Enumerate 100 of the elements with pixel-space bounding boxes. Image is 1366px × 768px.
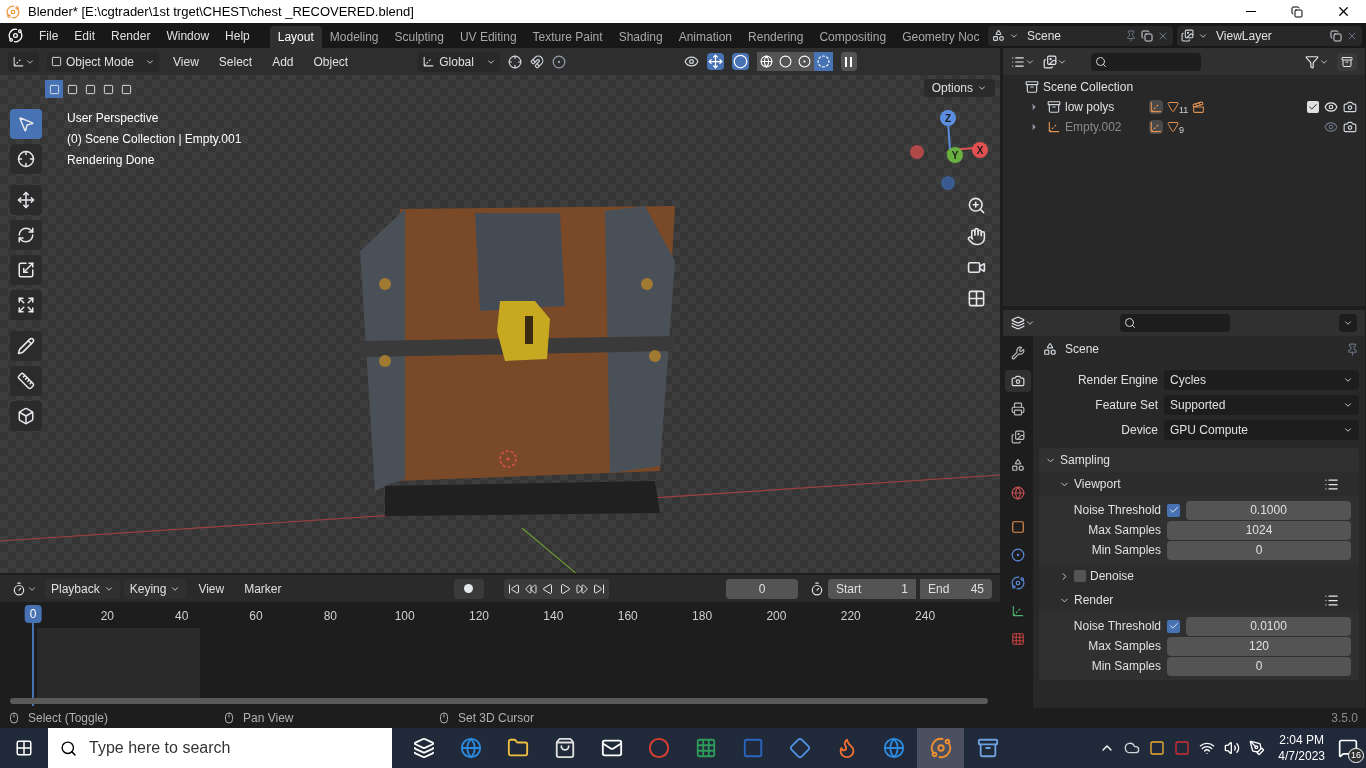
orbit-icon[interactable]: [917, 728, 964, 768]
number-field[interactable]: 0: [1167, 540, 1351, 560]
stopwatch-icon[interactable]: [810, 581, 824, 596]
transform-icon[interactable]: [10, 290, 42, 320]
expand-arrow-icon[interactable]: [1029, 122, 1039, 132]
axis-handle[interactable]: Y: [947, 147, 963, 163]
checkbox[interactable]: [1167, 503, 1180, 517]
record-button[interactable]: [453, 578, 484, 599]
playback-menu[interactable]: Playback: [45, 578, 120, 599]
editor-type-button[interactable]: [8, 51, 39, 72]
scene-icon[interactable]: [992, 29, 1005, 42]
jump-start-icon[interactable]: [507, 582, 520, 595]
gizmo-toggle-icon[interactable]: [706, 53, 724, 70]
workspace-tab[interactable]: Modeling: [321, 26, 387, 48]
play-reverse-icon[interactable]: [541, 582, 554, 595]
filter-button[interactable]: [1305, 54, 1329, 69]
header-menu[interactable]: Marker: [236, 579, 290, 598]
workspace-tab[interactable]: Layout: [269, 26, 322, 48]
outliner-item[interactable]: Empty.002: [1065, 118, 1145, 136]
pause-icon[interactable]: [840, 52, 857, 71]
overlay-toggle-icon[interactable]: [731, 53, 749, 70]
options-dropdown[interactable]: Options: [923, 79, 995, 97]
workspace-tab[interactable]: Compositing: [811, 26, 895, 48]
orientation-dropdown[interactable]: Global: [418, 51, 500, 72]
ruler-icon[interactable]: [10, 366, 42, 396]
wifi-icon[interactable]: [1199, 740, 1216, 756]
subpanel-header[interactable]: Render: [1074, 591, 1114, 609]
magnet-icon[interactable]: [529, 54, 544, 69]
number-field[interactable]: 0: [1167, 656, 1351, 676]
negative-z-handle[interactable]: [941, 176, 955, 190]
workspace-tab[interactable]: Texture Paint: [524, 26, 611, 48]
next-keyframe-icon[interactable]: [575, 582, 588, 595]
checkbox[interactable]: [1167, 619, 1180, 633]
duplicate-icon[interactable]: [1330, 29, 1342, 42]
search-field[interactable]: Type here to search: [48, 728, 392, 768]
display-mode-button[interactable]: [1043, 54, 1067, 69]
start-frame-value[interactable]: 1: [901, 579, 908, 598]
workspace-tab[interactable]: UV Editing: [451, 26, 525, 48]
workspace-tab[interactable]: Animation: [670, 26, 741, 48]
scale-icon[interactable]: [10, 255, 42, 285]
menu-item[interactable]: Help: [217, 26, 258, 45]
expand-arrow-icon[interactable]: [1029, 102, 1039, 112]
axis-handle[interactable]: X: [972, 142, 988, 158]
number-field[interactable]: 0.1000: [1186, 500, 1351, 520]
scene-name-field[interactable]: Scene: [1027, 26, 1062, 45]
panel-header[interactable]: Sampling: [1060, 451, 1111, 469]
search-field[interactable]: [1091, 52, 1201, 71]
new-collection-button[interactable]: [1337, 52, 1357, 71]
header-menu[interactable]: Object: [307, 52, 355, 71]
header-menu[interactable]: Add: [266, 52, 300, 71]
selection-mode-icon[interactable]: [63, 80, 81, 98]
jump-end-icon[interactable]: [592, 582, 605, 595]
editor-type-button[interactable]: [1011, 316, 1035, 330]
header-menu[interactable]: Select: [212, 52, 259, 71]
checkbox[interactable]: [1074, 570, 1086, 582]
list-icon[interactable]: [1324, 476, 1339, 492]
workspace-tab[interactable]: Geometry Noc: [894, 26, 988, 48]
cloud-icon[interactable]: [1124, 740, 1141, 756]
visibility-icon[interactable]: [683, 54, 699, 69]
previous-keyframe-icon[interactable]: [524, 582, 537, 595]
camera-icon[interactable]: [1005, 370, 1031, 392]
render-camera-icon[interactable]: [1343, 100, 1357, 114]
dropdown[interactable]: GPU Compute: [1164, 420, 1359, 440]
editor-type-button[interactable]: [1011, 54, 1035, 69]
duplicate-icon[interactable]: [1141, 29, 1153, 42]
zoom-icon[interactable]: [967, 196, 986, 215]
outliner-item[interactable]: low polys: [1065, 98, 1145, 116]
list-icon[interactable]: [1324, 592, 1339, 608]
number-field[interactable]: 0.0100: [1186, 616, 1351, 636]
pen-icon[interactable]: [1249, 740, 1266, 756]
negative-x-handle[interactable]: [910, 145, 924, 159]
proportional-edit-icon[interactable]: [551, 54, 566, 69]
current-frame-field[interactable]: 0: [726, 578, 798, 599]
workspace-tab[interactable]: Shading: [610, 26, 671, 48]
header-menu[interactable]: View: [190, 579, 233, 598]
end-frame-value[interactable]: 45: [970, 579, 984, 598]
header-menu[interactable]: View: [167, 52, 205, 71]
workspace-tab[interactable]: Rendering: [740, 26, 812, 48]
logo-icon[interactable]: [8, 28, 23, 43]
crosshair-icon[interactable]: [10, 144, 42, 174]
dropdown[interactable]: Supported: [1164, 395, 1359, 415]
render-camera-icon[interactable]: [1343, 120, 1357, 134]
subpanel-header[interactable]: Denoise: [1090, 567, 1135, 585]
clock[interactable]: 2:04 PM 4/7/2023: [1274, 732, 1329, 764]
play-icon[interactable]: [558, 582, 571, 595]
workspace-tab[interactable]: Sculpting: [386, 26, 452, 48]
speaker-icon[interactable]: [1224, 740, 1241, 756]
cube-icon[interactable]: [10, 401, 42, 431]
number-field[interactable]: 120: [1167, 636, 1351, 656]
pin-icon[interactable]: [1346, 342, 1359, 356]
images-icon[interactable]: [1181, 29, 1194, 42]
square-icon[interactable]: [1149, 740, 1166, 756]
selection-mode-icon[interactable]: [117, 80, 135, 98]
hand-icon[interactable]: [967, 227, 986, 246]
move-arrows-icon[interactable]: [10, 185, 42, 215]
rotate-icon[interactable]: [10, 220, 42, 250]
pencil-icon[interactable]: [10, 331, 42, 361]
menu-item[interactable]: Edit: [66, 26, 104, 45]
pin-icon[interactable]: [1125, 29, 1137, 42]
number-field[interactable]: 1024: [1167, 520, 1351, 540]
